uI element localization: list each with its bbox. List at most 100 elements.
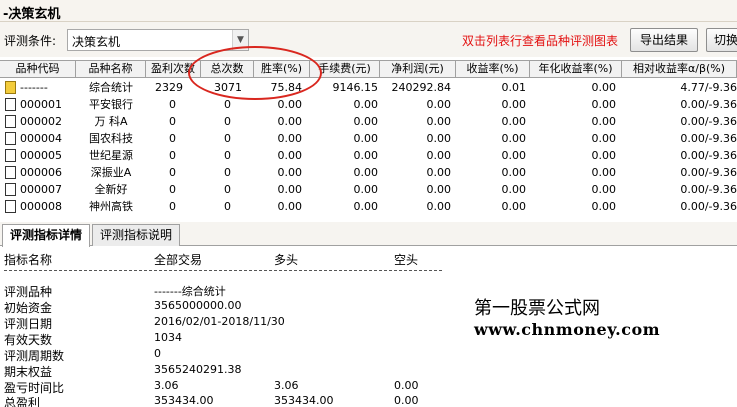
cell-total-count: 0 <box>224 149 231 162</box>
cell-net-profit: 0.00 <box>426 183 452 196</box>
detail-key: 评测品种 <box>4 285 53 299</box>
divider <box>4 270 442 271</box>
detail-row: 盈亏时间比 3.06 3.06 0.00 <box>0 379 737 395</box>
cell-return: 0.00 <box>501 183 527 196</box>
detail-key: 总盈利 <box>4 396 41 407</box>
detail-row: 总盈利 353434.00 353434.00 0.00 <box>0 394 737 407</box>
detail-long: 353434.00 <box>274 394 334 407</box>
tab-metric-description[interactable]: 评测指标说明 <box>92 224 180 246</box>
cell-win-count: 2329 <box>155 81 183 94</box>
switch-button[interactable]: 切换 <box>706 28 737 52</box>
cell-return: 0.00 <box>501 166 527 179</box>
detail-key: 初始资金 <box>4 301 53 315</box>
tab-metric-details[interactable]: 评测指标详情 <box>2 224 90 247</box>
cell-return: 0.00 <box>501 132 527 145</box>
condition-select[interactable]: 决策玄机 ▼ <box>67 29 249 51</box>
cell-annual-return: 0.00 <box>591 149 617 162</box>
condition-value: 决策玄机 <box>72 35 121 49</box>
page-icon <box>5 200 16 213</box>
page-icon <box>5 115 16 128</box>
cell-fee: 0.00 <box>353 115 379 128</box>
cell-code: 000002 <box>20 115 62 128</box>
table-row[interactable]: ------- 综合统计 2329 3071 75.84 9146.15 240… <box>0 79 737 96</box>
page-icon <box>5 166 16 179</box>
table-row[interactable]: 000006 深振业A 0 0 0.00 0.00 0.00 0.00 0.00… <box>0 164 737 181</box>
results-table: 品种代码 品种名称 盈利次数 总次数 胜率(%) 手续费(元) 净利润(元) 收… <box>0 60 737 216</box>
cell-fee: 0.00 <box>353 98 379 111</box>
cell-fee: 0.00 <box>353 183 379 196</box>
detail-row: 评测周期数 0 <box>0 347 737 363</box>
hint-text: 双击列表行查看品种评测图表 <box>462 34 619 48</box>
cell-return: 0.00 <box>501 115 527 128</box>
watermark-url: www.chnmoney.com <box>474 320 661 339</box>
cell-win-count: 0 <box>169 200 176 213</box>
detail-all: 0 <box>154 347 161 360</box>
detail-header-short: 空头 <box>394 253 419 267</box>
detail-long: 3.06 <box>274 379 299 392</box>
detail-header-metric: 指标名称 <box>4 253 53 267</box>
detail-all: 3.06 <box>154 379 179 392</box>
header-return[interactable]: 收益率(%) <box>456 61 530 78</box>
table-row[interactable]: 000005 世纪星源 0 0 0.00 0.00 0.00 0.00 0.00… <box>0 147 737 164</box>
cell-total-count: 0 <box>224 98 231 111</box>
page-icon <box>5 149 16 162</box>
detail-header-all: 全部交易 <box>154 253 203 267</box>
table-header: 品种代码 品种名称 盈利次数 总次数 胜率(%) 手续费(元) 净利润(元) 收… <box>0 61 737 78</box>
title-bar: -决策玄机 <box>0 0 737 22</box>
cell-fee: 9146.15 <box>332 81 379 94</box>
header-annual-return[interactable]: 年化收益率(%) <box>530 61 622 78</box>
cell-name: 全新好 <box>94 183 128 196</box>
header-relative-return[interactable]: 相对收益率α/β(%) <box>622 61 737 78</box>
cell-win-rate: 0.00 <box>277 149 303 162</box>
cell-name: 综合统计 <box>89 81 133 94</box>
cell-win-rate: 0.00 <box>277 115 303 128</box>
cell-net-profit: 0.00 <box>426 132 452 145</box>
cell-win-count: 0 <box>169 149 176 162</box>
detail-key: 期末权益 <box>4 365 53 379</box>
table-row[interactable]: 000001 平安银行 0 0 0.00 0.00 0.00 0.00 0.00… <box>0 96 737 113</box>
cell-code: 000008 <box>20 200 62 213</box>
detail-all: 3565240291.38 <box>154 363 242 376</box>
cell-name: 神州高铁 <box>89 200 133 213</box>
header-net-profit[interactable]: 净利润(元) <box>380 61 456 78</box>
cell-code: 000004 <box>20 132 62 145</box>
cell-name: 世纪星源 <box>89 149 133 162</box>
cell-net-profit: 240292.84 <box>391 81 452 94</box>
cell-fee: 0.00 <box>353 200 379 213</box>
cell-relative-return: 4.77/-9.36 <box>680 81 737 94</box>
cell-code: ------- <box>20 81 48 94</box>
cell-name: 国农科技 <box>89 132 133 145</box>
cell-return: 0.01 <box>501 81 527 94</box>
cell-relative-return: 0.00/-9.36 <box>680 200 737 213</box>
detail-all: 1034 <box>154 331 182 344</box>
header-name[interactable]: 品种名称 <box>76 61 146 78</box>
table-row[interactable]: 000007 全新好 0 0 0.00 0.00 0.00 0.00 0.00 … <box>0 181 737 198</box>
cell-net-profit: 0.00 <box>426 200 452 213</box>
cell-relative-return: 0.00/-9.36 <box>680 132 737 145</box>
cell-relative-return: 0.00/-9.36 <box>680 98 737 111</box>
cell-total-count: 0 <box>224 132 231 145</box>
table-row[interactable]: 000004 国农科技 0 0 0.00 0.00 0.00 0.00 0.00… <box>0 130 737 147</box>
page-icon <box>5 132 16 145</box>
detail-row: 期末权益 3565240291.38 <box>0 363 737 379</box>
cell-annual-return: 0.00 <box>591 115 617 128</box>
header-code[interactable]: 品种代码 <box>0 61 76 78</box>
cell-total-count: 0 <box>224 115 231 128</box>
cell-net-profit: 0.00 <box>426 115 452 128</box>
cell-name: 平安银行 <box>89 98 133 111</box>
cell-return: 0.00 <box>501 200 527 213</box>
table-row[interactable]: 000008 神州高铁 0 0 0.00 0.00 0.00 0.00 0.00… <box>0 198 737 215</box>
detail-short: 0.00 <box>394 394 419 407</box>
table-row[interactable]: 000002 万 科A 0 0 0.00 0.00 0.00 0.00 0.00… <box>0 113 737 130</box>
cell-name: 万 科A <box>94 115 128 128</box>
detail-all: 3565000000.00 <box>154 299 242 312</box>
detail-all: -------综合统计 <box>154 285 226 298</box>
window-title: -决策玄机 <box>3 7 61 22</box>
cell-total-count: 0 <box>224 200 231 213</box>
export-button[interactable]: 导出结果 <box>630 28 698 52</box>
cell-win-count: 0 <box>169 166 176 179</box>
detail-key: 评测日期 <box>4 317 53 331</box>
cell-net-profit: 0.00 <box>426 149 452 162</box>
highlight-circle <box>188 46 322 100</box>
cell-win-count: 0 <box>169 183 176 196</box>
